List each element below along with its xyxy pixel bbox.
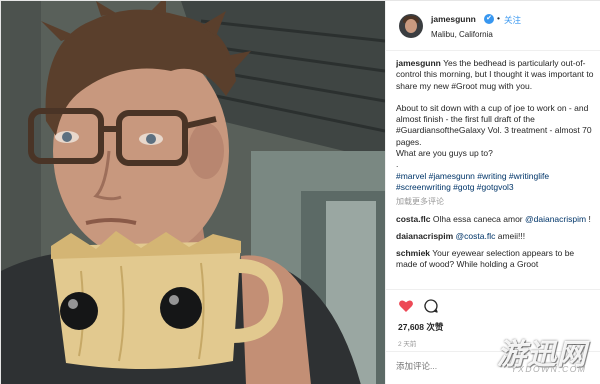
comment-username[interactable]: daianacrispim bbox=[396, 231, 453, 241]
post-header: jamesgunn ✔ • 关注 Malibu, California bbox=[386, 1, 600, 51]
post-photo[interactable] bbox=[1, 1, 385, 384]
comment-username[interactable]: costa.flc bbox=[396, 214, 431, 224]
comment-mention[interactable]: @daianacrispim bbox=[525, 214, 586, 224]
comment-item: daianacrispim @costa.flc ameii!!! bbox=[396, 231, 596, 242]
post-side-panel: jamesgunn ✔ • 关注 Malibu, California jame… bbox=[385, 1, 600, 384]
caption-paragraph-2: About to sit down with a cup of joe to w… bbox=[396, 102, 592, 147]
heart-icon[interactable] bbox=[398, 298, 414, 314]
follow-button[interactable]: 关注 bbox=[504, 14, 521, 26]
add-comment-input[interactable] bbox=[396, 361, 516, 371]
post-location[interactable]: Malibu, California bbox=[431, 30, 493, 39]
avatar[interactable] bbox=[399, 14, 423, 38]
header-separator: • bbox=[497, 13, 500, 23]
load-more-comments-link[interactable]: 加载更多评论 bbox=[396, 196, 596, 207]
comment-tail: ameii!!! bbox=[495, 230, 526, 241]
likes-count[interactable]: 27,608 次赞 bbox=[398, 321, 443, 333]
comment-item: costa.flc Olha essa caneca amor @daianac… bbox=[396, 214, 596, 225]
caption-username[interactable]: jamesgunn bbox=[396, 58, 441, 68]
photo-image bbox=[1, 1, 385, 384]
caption: jamesgunn Yes the bedhead is particularl… bbox=[396, 58, 596, 92]
caption-hashtags[interactable]: #marvel #jamesgunn #writing #writinglife… bbox=[396, 171, 596, 194]
comment-text: Olha essa caneca amor bbox=[430, 213, 525, 224]
comment-username[interactable]: schmiek bbox=[396, 248, 430, 258]
speech-bubble-icon[interactable] bbox=[423, 298, 439, 314]
caption-dot: . bbox=[396, 159, 399, 170]
instagram-post-window: jamesgunn ✔ • 关注 Malibu, California jame… bbox=[0, 0, 600, 384]
comments-list[interactable]: jamesgunn Yes the bedhead is particularl… bbox=[396, 58, 596, 288]
post-timestamp: 2 天前 bbox=[398, 341, 417, 348]
add-comment-bar bbox=[386, 351, 600, 384]
comment-item: schmiek Your eyewear selection appears t… bbox=[396, 248, 596, 271]
verified-badge-icon: ✔ bbox=[484, 14, 494, 24]
caption-paragraph-3: What are you guys up to? bbox=[396, 148, 493, 159]
comment-tail: ! bbox=[586, 213, 591, 224]
comment-mention[interactable]: @costa.flc bbox=[456, 231, 496, 241]
author-username[interactable]: jamesgunn bbox=[431, 14, 476, 24]
